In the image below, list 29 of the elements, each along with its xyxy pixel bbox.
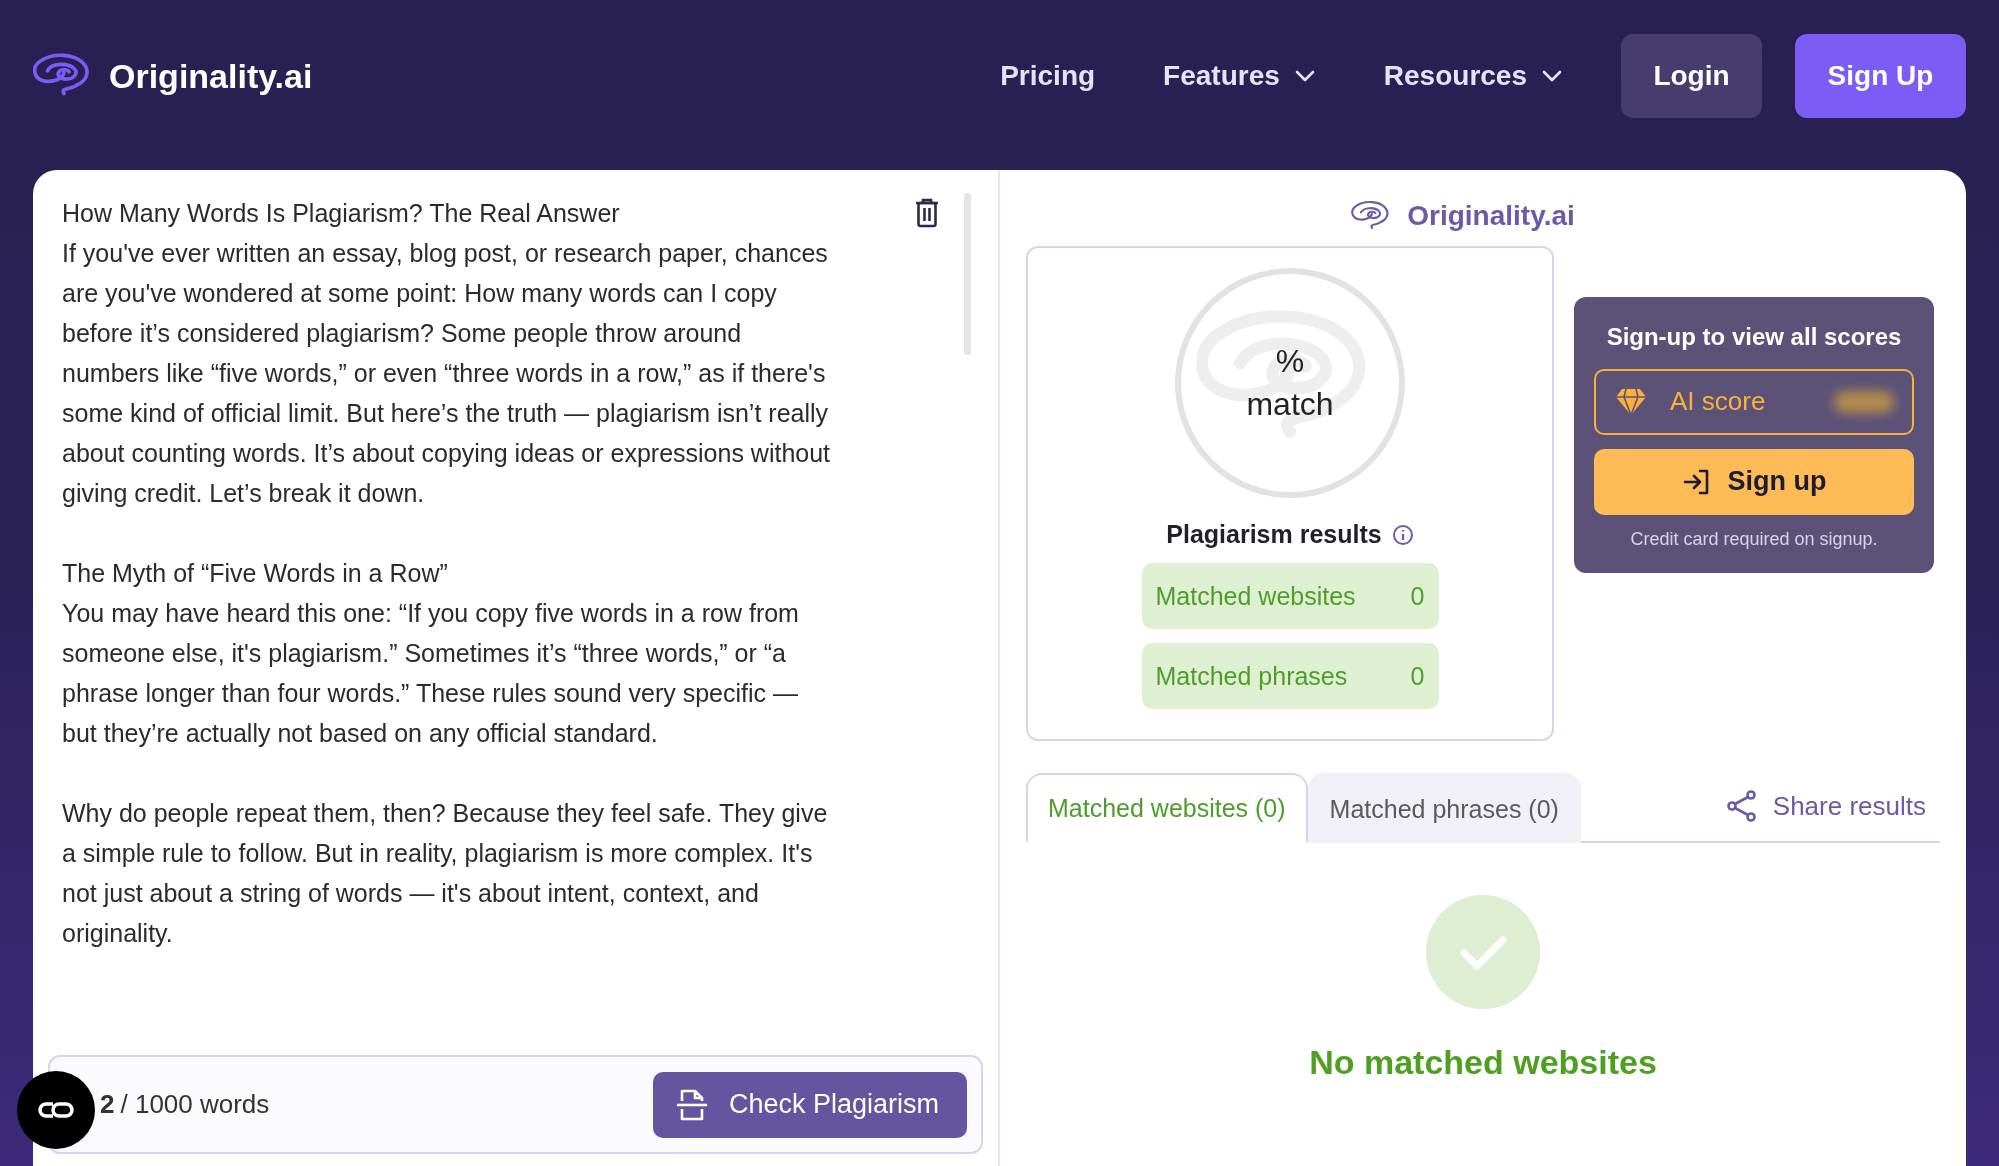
word-count: 2 (100, 1089, 115, 1119)
gauge-label: match (1246, 386, 1334, 423)
logo-text[interactable]: Originality.ai (109, 56, 313, 96)
stat-value: 0 (1410, 581, 1425, 611)
text-paragraph: How Many Words Is Plagiarism? The Real Answer (62, 198, 621, 229)
nav-link[interactable]: Pricing (1000, 60, 1096, 92)
share-results-link[interactable]: Share results (1724, 771, 1940, 841)
text-paragraph: The Myth of “Five Words in a Row” (62, 558, 449, 589)
signup-title: Sign-up to view all scores (1606, 322, 1902, 351)
nav-link[interactable]: Features (1163, 60, 1316, 92)
stat-label: Matched websites (1155, 581, 1356, 611)
sign-up-button[interactable]: Sign Up (1795, 34, 1966, 118)
results-title: Plagiarism results (1166, 520, 1382, 549)
text-paragraph: You may have heard this one: “If you copy five words in a row from someone else, it's plagiarism.” Sometimes it’s “three words,” or “a phrase longer than four words.” These rules sound very specific — but they’re actually not based on any official standard. (62, 598, 800, 749)
stat-label: Matched phrases (1155, 661, 1348, 691)
results-tab[interactable]: Matched phrases (0) (1307, 773, 1581, 843)
stat-value: 0 (1410, 661, 1425, 691)
gauge-symbol: % (1275, 343, 1305, 380)
empty-state-message: No matched websites (1309, 1043, 1657, 1082)
nav-link[interactable]: Resources (1383, 60, 1563, 92)
sign-up-button[interactable]: Sign up (1594, 448, 1914, 515)
login-button[interactable]: Login (1621, 34, 1762, 118)
text-paragraph: If you've ever written an essay, blog post, or research paper, chances are you've wondered at some point: How many words can I copy before it’s considered plagiarism? Some people throw around numbers like “five words,” or even “three words in a row,” as if there's some kind of official limit. But here’s the truth — plagiarism isn’t really about counting words. It’s about copying ideas or expressions without giving credit. Let’s break it down. (62, 238, 832, 509)
check-plagiarism-button[interactable]: Check Plagiarism (652, 1071, 967, 1138)
signup-note: Credit card required on signup. (1630, 528, 1878, 550)
score-label: AI score (1670, 386, 1766, 417)
word-limit: / 1000 words (120, 1089, 270, 1119)
text-paragraph: Why do people repeat them, then? Because they feel safe. They give a simple rule to follow. But in reality, plagiarism is more complex. It's not just about a string of words — it's about intent, context, and originality. (62, 798, 829, 949)
brand-name: Originality.ai (1407, 200, 1575, 232)
